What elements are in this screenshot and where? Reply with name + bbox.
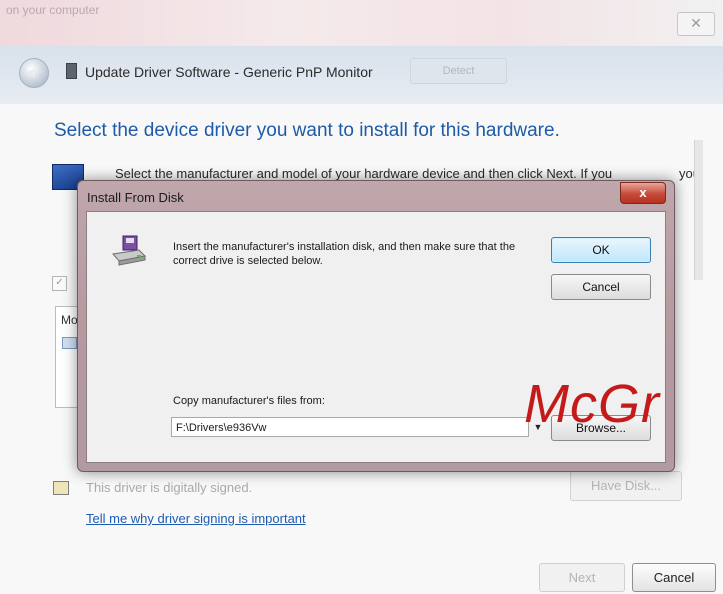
cancel-button[interactable]: Cancel (632, 563, 716, 592)
close-icon: ✕ (690, 15, 702, 31)
instruction-text-partial: Select the manufacturer and model of you… (115, 166, 613, 181)
ghost-button: Detect (410, 58, 507, 84)
copy-from-path-input[interactable]: F:\Drivers\e936Vw (171, 417, 529, 437)
watermark-logo: McGr (524, 374, 660, 434)
have-disk-button[interactable]: Have Disk... (570, 471, 682, 501)
ok-button[interactable]: OK (551, 237, 651, 263)
dialog-message: Insert the manufacturer's installation d… (173, 241, 516, 267)
close-icon: x (639, 185, 647, 200)
compatible-hardware-checkbox[interactable]: ✓ (52, 276, 67, 291)
copy-from-label: Copy manufacturer's files from: (173, 395, 325, 407)
driver-signing-link[interactable]: Tell me why driver signing is important (86, 511, 306, 526)
dialog-cancel-button[interactable]: Cancel (551, 274, 651, 300)
wizard-header: Update Driver Software - Generic PnP Mon… (0, 46, 723, 104)
window-close-button[interactable]: ✕ (677, 12, 715, 36)
page-heading: Select the device driver you want to ins… (54, 120, 560, 141)
instruction-text: Select the manufacturer and model of you… (115, 166, 675, 181)
monitor-small-icon (66, 63, 77, 79)
disk-drive-icon (112, 235, 147, 266)
next-button[interactable]: Next (539, 563, 625, 592)
dialog-close-button[interactable]: x (620, 182, 666, 204)
window-top-strip: on your computer ✕ (0, 0, 723, 46)
signed-driver-icon (53, 481, 69, 495)
wizard-title: Update Driver Software - Generic PnP Mon… (85, 64, 373, 80)
cut-off-text: on your computer (6, 3, 100, 17)
vertical-scrollbar[interactable] (694, 140, 703, 280)
model-item-icon (62, 337, 77, 349)
model-column-label: Mo (61, 313, 78, 327)
back-arrow-button[interactable] (19, 58, 49, 88)
dialog-title: Install From Disk (87, 190, 184, 205)
signed-status-text: This driver is digitally signed. (86, 480, 253, 495)
